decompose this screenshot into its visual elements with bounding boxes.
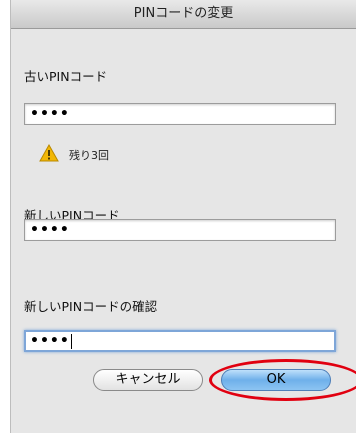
old-pin-label: 古いPINコード: [24, 69, 108, 84]
ok-button[interactable]: OK: [221, 369, 331, 391]
confirm-pin-value: ••••: [30, 333, 70, 349]
warning-triangle-icon: [39, 143, 59, 165]
dialog-title: PINコードの変更: [11, 0, 356, 29]
old-pin-value: ••••: [30, 106, 70, 122]
old-pin-field[interactable]: ••••: [24, 103, 336, 125]
pin-change-dialog: PINコードの変更 古いPINコード •••• 残り3回 新しいPINコード •…: [10, 0, 356, 433]
new-pin-field[interactable]: ••••: [24, 219, 336, 241]
confirm-pin-field[interactable]: ••••: [24, 330, 336, 352]
attempts-remaining-text: 残り3回: [69, 148, 109, 162]
text-caret: [70, 333, 72, 349]
attempts-warning: 残り3回: [39, 143, 109, 165]
cancel-button[interactable]: キャンセル: [93, 369, 203, 391]
new-pin-value: ••••: [30, 222, 70, 238]
confirm-pin-label: 新しいPINコードの確認: [24, 299, 158, 314]
